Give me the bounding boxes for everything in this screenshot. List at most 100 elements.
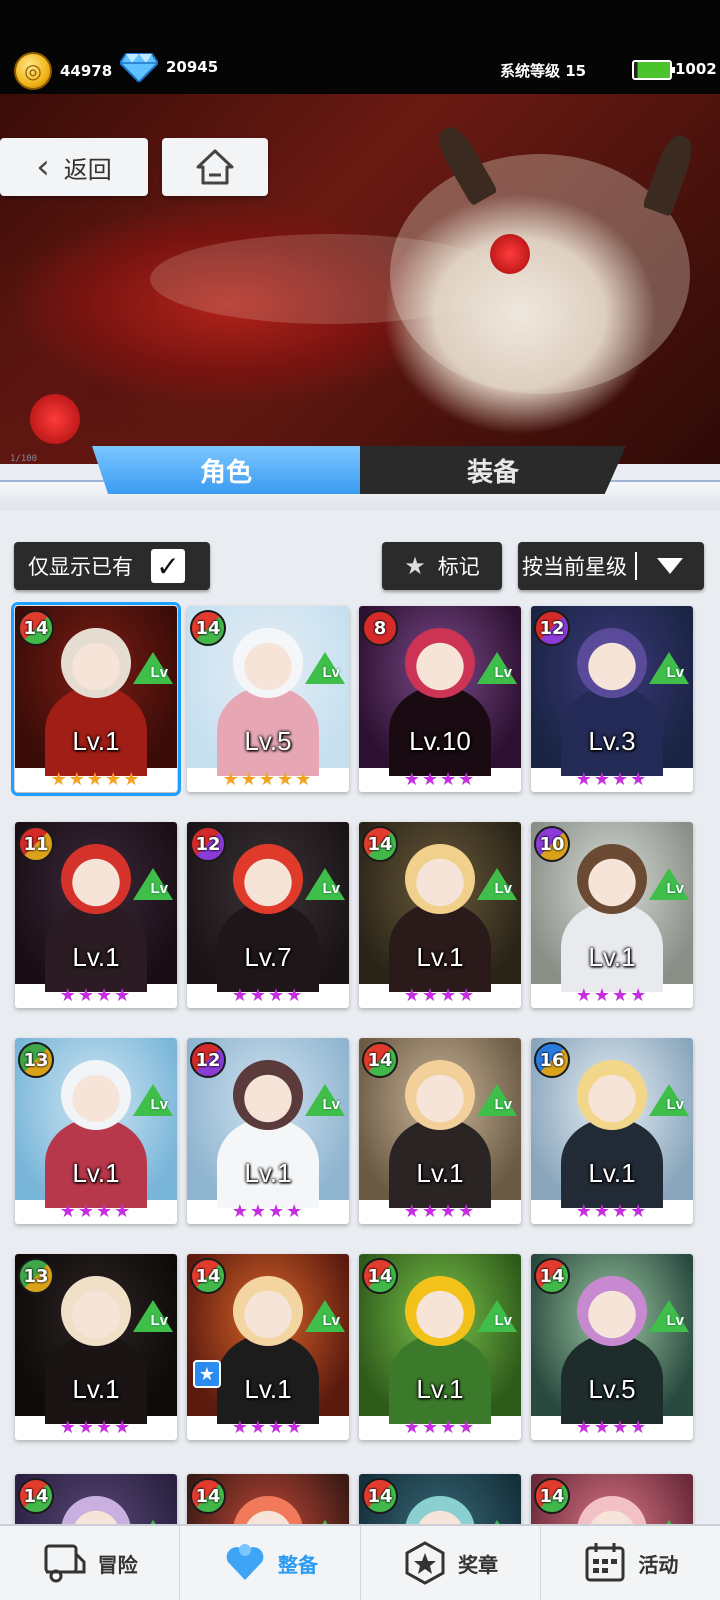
character-level: Lv.5: [588, 1374, 636, 1404]
character-level: Lv.1: [72, 1374, 120, 1404]
rarity-stars: ★★★★: [403, 769, 477, 790]
owned-only-toggle[interactable]: 仅显示已有 ✓: [14, 542, 210, 590]
tab-bar: 1/100 角色 装备: [0, 444, 720, 514]
coin-counter[interactable]: ◎ 44978: [14, 52, 112, 90]
star-level-badge: 14: [362, 1478, 398, 1514]
rarity-stars: ★★★★★: [50, 769, 142, 790]
tab-equipment[interactable]: 装备: [360, 446, 626, 494]
owned-only-label: 仅显示已有: [28, 555, 133, 579]
character-level: Lv.5: [244, 726, 292, 756]
character-card[interactable]: 16 Lv Lv.1 ★★★★: [531, 1038, 693, 1224]
sort-dropdown[interactable]: 按当前星级: [518, 542, 704, 590]
home-button[interactable]: [162, 138, 268, 196]
nav-prepare-label: 整备: [277, 1552, 318, 1577]
energy-value: 1002: [675, 60, 717, 78]
rarity-stars: ★★★★: [231, 1201, 305, 1222]
chevron-left-icon: ‹: [36, 147, 50, 187]
character-card[interactable]: 8 Lv Lv.10 ★★★★: [359, 606, 521, 792]
character-level: Lv.1: [416, 1374, 464, 1404]
level-up-label: Lv: [494, 1312, 512, 1329]
rarity-stars: ★★★★: [231, 1417, 305, 1438]
mark-button[interactable]: ★ 标记: [382, 542, 502, 590]
nav-prepare[interactable]: 整备: [180, 1526, 361, 1600]
system-level: 系统等级 15: [500, 62, 587, 80]
level-up-label: Lv: [666, 664, 684, 681]
rarity-stars: ★★★★: [403, 1417, 477, 1438]
nav-medals-label: 奖章: [458, 1552, 499, 1577]
back-label: 返回: [63, 155, 112, 184]
coin-icon: ◎: [14, 52, 52, 90]
heart-gear-icon: [226, 1544, 264, 1580]
character-level: Lv.1: [72, 1158, 120, 1188]
truck-icon: [44, 1544, 86, 1583]
nav-events-label: 活动: [638, 1552, 679, 1577]
gem-value: 20945: [166, 58, 219, 76]
character-card[interactable]: 10 Lv Lv.1 ★★★★: [531, 822, 693, 1008]
character-level: Lv.3: [588, 726, 636, 756]
character-card[interactable]: 14 Lv ★ Lv.1 ★★★★: [187, 1254, 349, 1440]
character-card[interactable]: 12 Lv Lv.3 ★★★★: [531, 606, 693, 792]
calendar-icon: [585, 1543, 625, 1582]
star-level-badge: 13: [18, 1258, 54, 1294]
character-card[interactable]: 13 Lv Lv.1 ★★★★: [15, 1038, 177, 1224]
status-bar: ◎ 44978 20945 系统等级 15 1002: [0, 0, 720, 94]
nav-adventure[interactable]: 冒险: [0, 1526, 181, 1600]
star-level-badge: 14: [534, 1258, 570, 1294]
battery-icon: [632, 60, 675, 80]
star-level-badge: 10: [534, 826, 570, 862]
tab-characters[interactable]: 角色: [92, 446, 360, 494]
star-level-badge: 14: [534, 1478, 570, 1514]
rarity-stars: ★★★★: [59, 1417, 133, 1438]
level-up-label: Lv: [150, 664, 168, 681]
character-level: Lv.1: [588, 942, 636, 972]
star-level-badge: 14: [18, 1478, 54, 1514]
sort-label: 按当前星级: [522, 555, 627, 579]
capacity-deco: 1/100: [10, 454, 38, 464]
star-level-badge: 14: [190, 1478, 226, 1514]
star-level-badge: 11: [18, 826, 54, 862]
character-card[interactable]: 14 Lv Lv.1 ★★★★★: [11, 602, 181, 796]
star-level-badge: 12: [190, 1042, 226, 1078]
back-button[interactable]: ‹ 返回: [0, 138, 148, 196]
rarity-stars: ★★★★: [231, 985, 305, 1006]
character-level: Lv.7: [244, 942, 292, 972]
level-up-label: Lv: [322, 1096, 340, 1113]
rarity-stars: ★★★★: [59, 1201, 133, 1222]
character-card[interactable]: 12 Lv Lv.7 ★★★★: [187, 822, 349, 1008]
level-up-label: Lv: [150, 1096, 168, 1113]
nav-medals[interactable]: 奖章: [361, 1526, 541, 1600]
character-card[interactable]: 14 Lv Lv.1 ★★★★: [359, 822, 521, 1008]
star-level-badge: 14: [190, 1258, 226, 1294]
rarity-stars: ★★★★: [403, 985, 477, 1006]
character-card[interactable]: 13 Lv Lv.1 ★★★★: [15, 1254, 177, 1440]
bottom-nav: 冒险 整备 奖章 活动: [0, 1524, 720, 1600]
rarity-stars: ★★★★: [403, 1201, 477, 1222]
character-card[interactable]: 12 Lv Lv.1 ★★★★: [187, 1038, 349, 1224]
diamond-icon: [120, 53, 158, 82]
level-up-label: Lv: [494, 1096, 512, 1113]
nav-events[interactable]: 活动: [541, 1526, 720, 1600]
level-up-label: Lv: [150, 1312, 168, 1329]
star-level-badge: 16: [534, 1042, 570, 1078]
level-up-label: Lv: [494, 880, 512, 897]
character-level: Lv.1: [72, 942, 120, 972]
dropdown-arrow-icon: [657, 558, 683, 574]
character-card[interactable]: 11 Lv Lv.1 ★★★★: [15, 822, 177, 1008]
sort-divider: [635, 552, 637, 580]
rarity-stars: ★★★★: [575, 1201, 649, 1222]
star-level-badge: 14: [190, 610, 226, 646]
mark-label: 标记: [437, 555, 480, 579]
star-icon: ★: [404, 552, 426, 580]
star-level-badge: 13: [18, 1042, 54, 1078]
character-card[interactable]: 14 Lv Lv.1 ★★★★: [359, 1254, 521, 1440]
level-up-label: Lv: [322, 880, 340, 897]
level-up-label: Lv: [322, 1312, 340, 1329]
gem-counter[interactable]: 20945: [120, 52, 218, 82]
character-level: Lv.1: [72, 726, 120, 756]
coin-value: 44978: [60, 62, 113, 80]
character-card[interactable]: 14 Lv Lv.5 ★★★★★: [187, 606, 349, 792]
character-card[interactable]: 14 Lv Lv.1 ★★★★: [359, 1038, 521, 1224]
character-card[interactable]: 14 Lv Lv.5 ★★★★: [531, 1254, 693, 1440]
level-up-label: Lv: [322, 664, 340, 681]
owned-only-checkbox[interactable]: ✓: [151, 549, 185, 583]
